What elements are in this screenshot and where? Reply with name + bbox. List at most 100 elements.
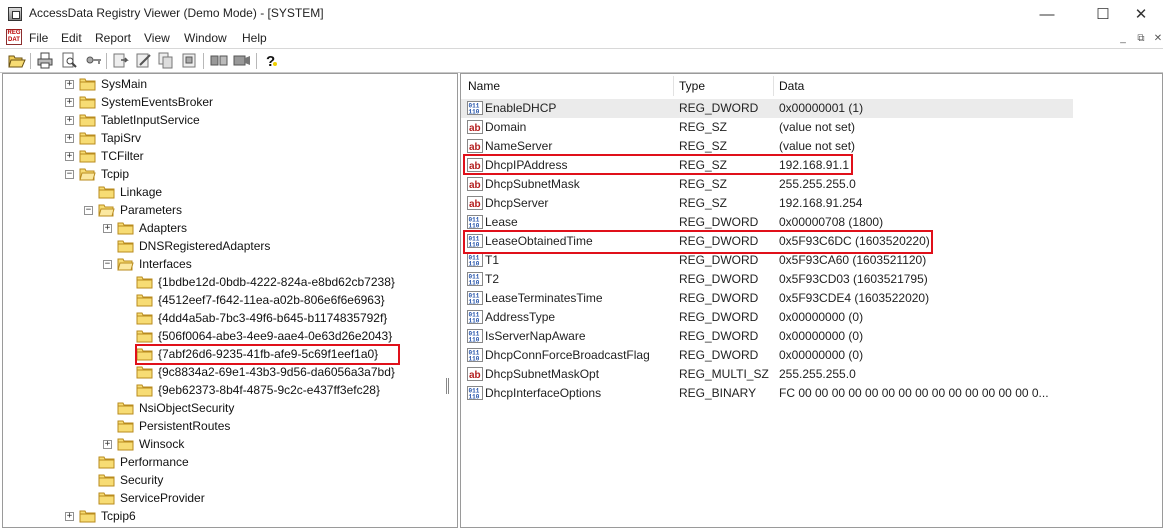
tree-node[interactable]: Security xyxy=(3,472,457,490)
window-title: AccessData Registry Viewer (Demo Mode) -… xyxy=(29,6,324,20)
cell-data: (value not set) xyxy=(779,139,856,153)
cell-name: AddressType xyxy=(485,310,556,324)
tree-node[interactable]: + TabletInputService xyxy=(3,112,457,130)
pane-splitter[interactable] xyxy=(446,378,449,394)
list-row[interactable]: 011 110 IsServerNapAware REG_DWORD 0x0000000… xyxy=(461,327,1161,346)
cell-type: REG_SZ xyxy=(679,120,728,134)
list-row[interactable]: 011 110 T2 REG_DWORD 0x5F93CD03 (1603521795) xyxy=(461,270,1161,289)
cell-type: REG_DWORD xyxy=(679,291,759,305)
toolbar-separator xyxy=(106,53,107,69)
list-row[interactable]: ab DhcpServer REG_SZ 192.168.91.254 xyxy=(461,194,1161,213)
tree-node[interactable]: + SystemEventsBroker xyxy=(3,94,457,112)
column-divider[interactable] xyxy=(673,76,674,96)
tree-node[interactable]: {4dd4a5ab-7bc3-49f6-b645-b1174835792f} xyxy=(3,310,457,328)
binary-value-icon: 011 110 xyxy=(467,347,483,363)
tree-node[interactable]: + SysMain xyxy=(3,76,457,94)
registry-tree[interactable]: + SysMain + SystemEventsBroker + TabletInputS… xyxy=(2,73,458,528)
menu-window[interactable]: Window xyxy=(184,31,227,45)
folder-icon xyxy=(98,185,115,199)
tree-node-label: Adapters xyxy=(139,221,188,235)
expand-icon[interactable]: + xyxy=(65,116,74,125)
list-row[interactable]: 011 110 AddressType REG_DWORD 0x00000000 (0) xyxy=(461,308,1161,327)
svg-text:110: 110 xyxy=(469,109,480,116)
tree-node[interactable]: {4512eef7-f642-11ea-a02b-806e6f6e6963} xyxy=(3,292,457,310)
folder-icon xyxy=(79,509,96,523)
mdi-minimize-button[interactable]: _ xyxy=(1115,32,1131,46)
column-header-type[interactable]: Type xyxy=(679,79,705,93)
tree-node[interactable]: PersistentRoutes xyxy=(3,418,457,436)
cell-type: REG_SZ xyxy=(679,139,728,153)
hex-view-icon[interactable] xyxy=(233,52,251,69)
tree-node[interactable]: ServiceProvider xyxy=(3,490,457,508)
column-header-data[interactable]: Data xyxy=(779,79,804,93)
minimize-button[interactable]: — xyxy=(1024,0,1070,28)
expand-icon[interactable]: + xyxy=(65,512,74,521)
expand-icon[interactable]: + xyxy=(65,80,74,89)
list-row[interactable]: 011 110 DhcpInterfaceOptions REG_BINARY FC 0… xyxy=(461,384,1161,403)
edit-icon[interactable] xyxy=(135,52,153,69)
menu-help[interactable]: Help xyxy=(242,31,267,45)
binary-value-icon: 011 110 xyxy=(467,214,483,230)
list-row[interactable]: 011 110 LeaseTerminatesTime REG_DWORD 0x5F93… xyxy=(461,289,1161,308)
tree-node[interactable]: + Winsock xyxy=(3,436,457,454)
tree-node[interactable]: − Interfaces xyxy=(3,256,457,274)
copy-icon[interactable] xyxy=(157,52,175,69)
tree-node[interactable]: NsiObjectSecurity xyxy=(3,400,457,418)
menu-file[interactable]: File xyxy=(29,31,48,45)
cell-data: FC 00 00 00 00 00 00 00 00 00 00 00 00 0… xyxy=(779,386,1049,400)
value-list[interactable]: Name Type Data 011 110 EnableDHCP REG_DWORD… xyxy=(460,73,1163,528)
menu-view[interactable]: View xyxy=(144,31,170,45)
tree-node[interactable]: − Tcpip xyxy=(3,166,457,184)
mdi-close-button[interactable]: ✕ xyxy=(1150,32,1163,46)
tree-node[interactable]: + Tcpip6 xyxy=(3,508,457,526)
menu-edit[interactable]: Edit xyxy=(61,31,82,45)
list-row[interactable]: ab DhcpSubnetMaskOpt REG_MULTI_SZ 255.255.2… xyxy=(461,365,1161,384)
binary-value-icon: 011 110 xyxy=(467,328,483,344)
expand-icon[interactable]: + xyxy=(65,152,74,161)
list-row[interactable]: ab DhcpSubnetMask REG_SZ 255.255.255.0 xyxy=(461,175,1161,194)
column-divider[interactable] xyxy=(773,76,774,96)
key-icon[interactable] xyxy=(85,52,103,69)
collapse-icon[interactable]: − xyxy=(65,170,74,179)
tree-node[interactable]: + TapiSrv xyxy=(3,130,457,148)
help-icon[interactable]: ? xyxy=(262,52,280,70)
tree-node[interactable]: {9eb62373-8b4f-4875-9c2c-e437ff3efc28} xyxy=(3,382,457,400)
list-row[interactable]: 011 110 EnableDHCP REG_DWORD 0x00000001 (1) xyxy=(461,99,1073,118)
tree-node[interactable]: − Parameters xyxy=(3,202,457,220)
expand-icon[interactable]: + xyxy=(65,98,74,107)
menu-bar: REG DAT File Edit Report View Window Help… xyxy=(0,28,1163,49)
cell-name: T2 xyxy=(485,272,500,286)
expand-icon[interactable]: + xyxy=(103,440,112,449)
tree-node[interactable]: Performance xyxy=(3,454,457,472)
folder-icon xyxy=(98,455,115,469)
cell-type: REG_DWORD xyxy=(679,272,759,286)
properties-icon[interactable] xyxy=(180,52,198,69)
tree-node[interactable]: Linkage xyxy=(3,184,457,202)
collapse-icon[interactable]: − xyxy=(103,260,112,269)
expand-icon[interactable]: + xyxy=(65,134,74,143)
tree-node[interactable]: {9c8834a2-69e1-43b3-9d56-da6056a3a7bd} xyxy=(3,364,457,382)
tree-node-label: TabletInputService xyxy=(101,113,200,127)
open-icon[interactable] xyxy=(8,52,26,69)
tree-node[interactable]: + Adapters xyxy=(3,220,457,238)
cell-data: 0x00000708 (1800) xyxy=(779,215,884,229)
list-row[interactable]: ab Domain REG_SZ (value not set) xyxy=(461,118,1161,137)
document-icon[interactable]: REG DAT xyxy=(6,29,22,45)
collapse-icon[interactable]: − xyxy=(84,206,93,215)
tree-node[interactable]: DNSRegisteredAdapters xyxy=(3,238,457,256)
binary-view-icon[interactable] xyxy=(210,52,228,69)
export-icon[interactable] xyxy=(112,52,130,69)
tree-node[interactable]: + TCFilter xyxy=(3,148,457,166)
expand-icon[interactable]: + xyxy=(103,224,112,233)
mdi-restore-button[interactable]: ⧉ xyxy=(1133,32,1149,46)
menu-report[interactable]: Report xyxy=(95,31,131,45)
close-button[interactable]: ✕ xyxy=(1118,0,1163,28)
cell-data: 0x00000000 (0) xyxy=(779,348,864,362)
list-row[interactable]: 011 110 DhcpConnForceBroadcastFlag REG_DWOR… xyxy=(461,346,1161,365)
column-header-name[interactable]: Name xyxy=(468,79,500,93)
print-icon[interactable] xyxy=(36,52,54,69)
tree-node[interactable]: {1bdbe12d-0bdb-4222-824a-e8bd62cb7238} xyxy=(3,274,457,292)
toolbar-separator xyxy=(30,53,31,69)
print-preview-icon[interactable] xyxy=(60,52,78,69)
folder-icon xyxy=(117,419,134,433)
